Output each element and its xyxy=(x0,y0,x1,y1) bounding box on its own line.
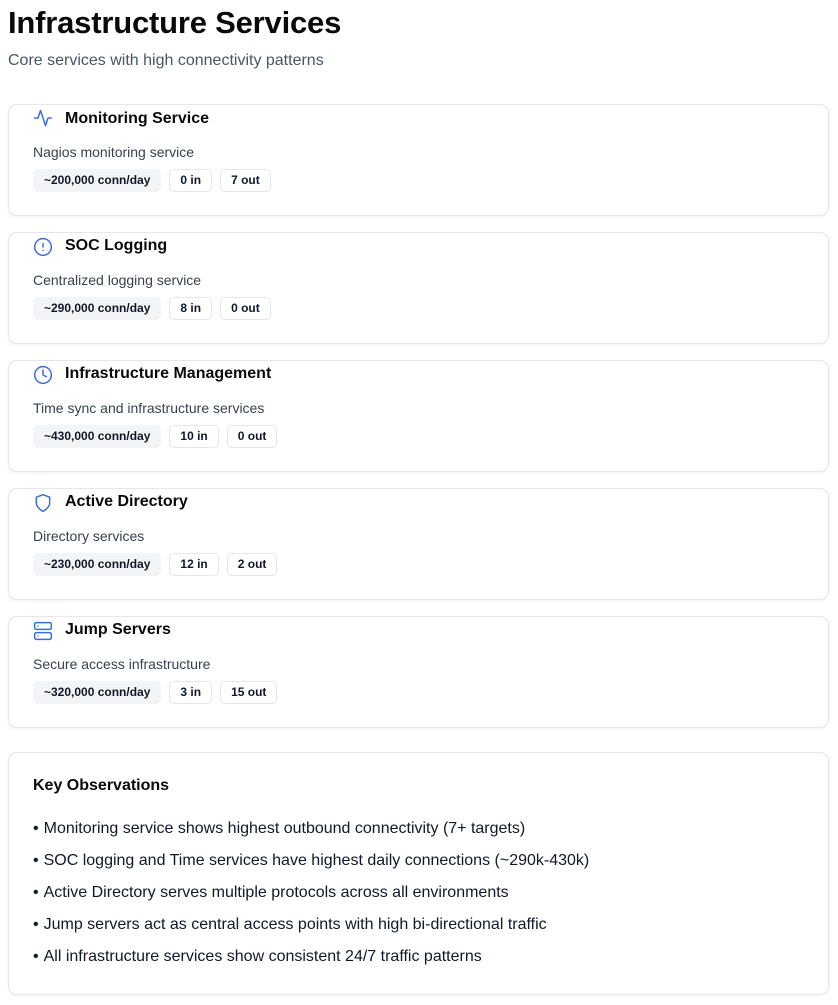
alert-circle-icon xyxy=(33,237,53,257)
service-description: Directory services xyxy=(33,528,145,544)
bullet: • xyxy=(33,948,39,965)
observation-item: • SOC logging and Time services have high… xyxy=(33,851,589,883)
service-name: SOC Logging xyxy=(65,237,168,254)
service-name: Jump Servers xyxy=(65,621,171,638)
service-card-monitoring: Monitoring Service Nagios monitoring ser… xyxy=(8,104,829,216)
server-icon xyxy=(33,621,53,641)
service-description: Centralized logging service xyxy=(33,272,202,288)
service-description: Time sync and infrastructure services xyxy=(33,400,265,416)
outbound-badge: 2 out xyxy=(226,553,278,576)
bullet: • xyxy=(33,820,39,837)
inbound-badge: 10 in xyxy=(169,425,219,448)
observation-text: SOC logging and Time services have highe… xyxy=(43,852,590,869)
key-observations-card: Key Observations • Monitoring service sho… xyxy=(8,752,829,995)
service-card-soc-logging: SOC Logging Centralized logging service … xyxy=(8,232,829,344)
connections-badge: ~230,000 conn/day xyxy=(33,553,162,576)
service-name: Monitoring Service xyxy=(65,110,210,127)
observation-item: • Monitoring service shows highest outbou… xyxy=(33,819,589,851)
service-description: Nagios monitoring service xyxy=(33,144,195,160)
observation-text: Monitoring service shows highest outboun… xyxy=(43,820,526,837)
inbound-badge: 12 in xyxy=(169,553,219,576)
observation-item: • All infrastructure services show consis… xyxy=(33,947,589,979)
service-description: Secure access infrastructure xyxy=(33,656,211,672)
observation-text: Active Directory serves multiple protoco… xyxy=(43,884,509,901)
activity-icon xyxy=(33,108,53,128)
service-badges: ~430,000 conn/day 10 in 0 out xyxy=(33,425,278,448)
service-badges: ~320,000 conn/day 3 in 15 out xyxy=(33,681,278,704)
shield-icon xyxy=(33,493,53,513)
page-subtitle: Core services with high connectivity pat… xyxy=(8,52,324,69)
service-name: Infrastructure Management xyxy=(65,365,272,382)
connections-badge: ~200,000 conn/day xyxy=(33,169,162,192)
connections-badge: ~320,000 conn/day xyxy=(33,681,162,704)
service-card-active-directory: Active Directory Directory services ~230… xyxy=(8,488,829,600)
bullet: • xyxy=(33,852,39,869)
inbound-badge: 3 in xyxy=(169,681,213,704)
service-name: Active Directory xyxy=(65,493,188,510)
bullet: • xyxy=(33,884,39,901)
bullet: • xyxy=(33,916,39,933)
outbound-badge: 15 out xyxy=(220,681,278,704)
clock-icon xyxy=(33,365,53,385)
connections-badge: ~290,000 conn/day xyxy=(33,297,162,320)
service-card-jump-servers: Jump Servers Secure access infrastructur… xyxy=(8,616,829,728)
outbound-badge: 7 out xyxy=(220,169,271,192)
observations-list: • Monitoring service shows highest outbou… xyxy=(33,819,589,979)
observation-item: • Jump servers act as central access poin… xyxy=(33,915,589,947)
service-badges: ~200,000 conn/day 0 in 7 out xyxy=(33,169,271,192)
page: Infrastructure Services Core services wi… xyxy=(0,0,838,1005)
inbound-badge: 0 in xyxy=(169,169,213,192)
page-title: Infrastructure Services xyxy=(8,5,342,40)
observation-item: • Active Directory serves multiple protoc… xyxy=(33,883,589,915)
observation-text: Jump servers act as central access point… xyxy=(43,916,547,933)
observations-title: Key Observations xyxy=(33,777,170,794)
outbound-badge: 0 out xyxy=(220,297,271,320)
outbound-badge: 0 out xyxy=(226,425,278,448)
service-badges: ~230,000 conn/day 12 in 2 out xyxy=(33,553,278,576)
service-badges: ~290,000 conn/day 8 in 0 out xyxy=(33,297,271,320)
observation-text: All infrastructure services show consist… xyxy=(43,948,482,965)
connections-badge: ~430,000 conn/day xyxy=(33,425,162,448)
service-card-infrastructure-management: Infrastructure Management Time sync and … xyxy=(8,360,829,472)
inbound-badge: 8 in xyxy=(169,297,213,320)
